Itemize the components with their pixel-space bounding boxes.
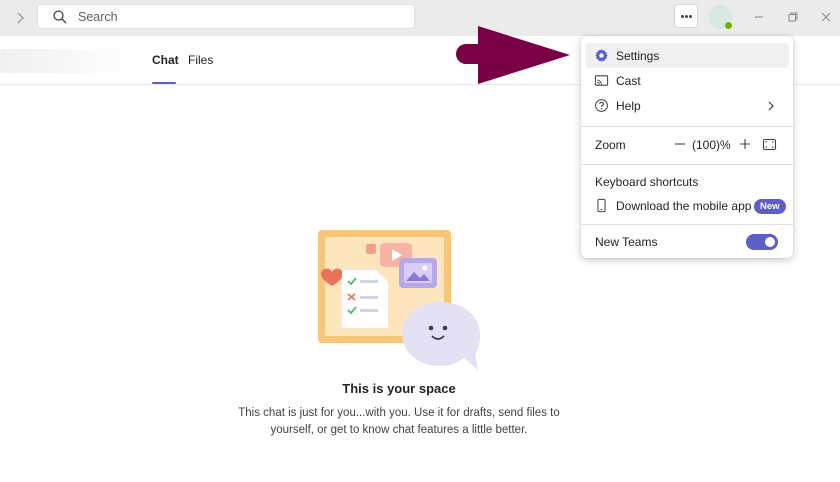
- search-icon: [53, 10, 67, 24]
- chevron-right-icon: [768, 101, 774, 111]
- more-icon: [681, 15, 684, 18]
- more-options-button[interactable]: [674, 4, 698, 28]
- menu-divider: [581, 224, 793, 225]
- menu-item-download-mobile-app[interactable]: Download the mobile app New: [585, 193, 789, 218]
- zoom-value: (100)%: [692, 138, 731, 152]
- new-badge: New: [754, 199, 786, 214]
- menu-item-zoom: Zoom (100)%: [585, 132, 789, 157]
- download-app-label: Download the mobile app: [616, 199, 752, 213]
- help-label: Help: [616, 99, 641, 113]
- more-options-menu: Settings Cast Help Zoom (100)% Keyboard …: [581, 36, 793, 258]
- toggle-knob: [765, 237, 775, 247]
- keyboard-shortcuts-label: Keyboard shortcuts: [595, 175, 699, 189]
- new-teams-toggle[interactable]: [746, 234, 778, 250]
- title-bar: Search: [0, 0, 840, 36]
- gear-icon: [595, 49, 608, 62]
- empty-state-illustration: [318, 230, 480, 370]
- tab-files[interactable]: Files: [188, 53, 213, 67]
- pointer-arrow: [456, 26, 570, 84]
- fullscreen-icon[interactable]: [762, 137, 777, 152]
- menu-divider: [581, 126, 793, 127]
- active-tab-indicator: [152, 82, 176, 84]
- menu-item-cast[interactable]: Cast: [585, 68, 789, 93]
- empty-state-title: This is your space: [342, 381, 456, 396]
- avatar[interactable]: [708, 5, 733, 30]
- search-box[interactable]: Search: [37, 4, 415, 29]
- presence-indicator: [724, 21, 733, 30]
- new-teams-label: New Teams: [595, 235, 658, 249]
- search-placeholder: Search: [78, 10, 118, 24]
- cast-icon: [594, 75, 609, 86]
- menu-divider: [581, 164, 793, 165]
- restore-icon[interactable]: [785, 9, 801, 25]
- menu-item-new-teams: New Teams: [585, 229, 789, 254]
- zoom-in-icon[interactable]: [738, 137, 752, 151]
- menu-item-keyboard-shortcuts[interactable]: Keyboard shortcuts: [585, 169, 789, 194]
- empty-state-description: This chat is just for you...with you. Us…: [238, 407, 560, 436]
- menu-item-settings[interactable]: Settings: [585, 43, 789, 68]
- zoom-label: Zoom: [595, 138, 626, 152]
- chat-name: [0, 49, 145, 73]
- menu-item-help[interactable]: Help: [585, 93, 789, 118]
- cast-label: Cast: [616, 74, 641, 88]
- phone-icon: [597, 198, 606, 213]
- help-icon: [595, 99, 608, 112]
- close-icon[interactable]: [818, 9, 834, 25]
- chevron-right-icon[interactable]: [10, 8, 30, 28]
- minimize-icon[interactable]: [751, 9, 767, 25]
- zoom-out-icon[interactable]: [673, 137, 687, 151]
- tab-chat[interactable]: Chat: [152, 53, 179, 67]
- settings-label: Settings: [616, 49, 660, 63]
